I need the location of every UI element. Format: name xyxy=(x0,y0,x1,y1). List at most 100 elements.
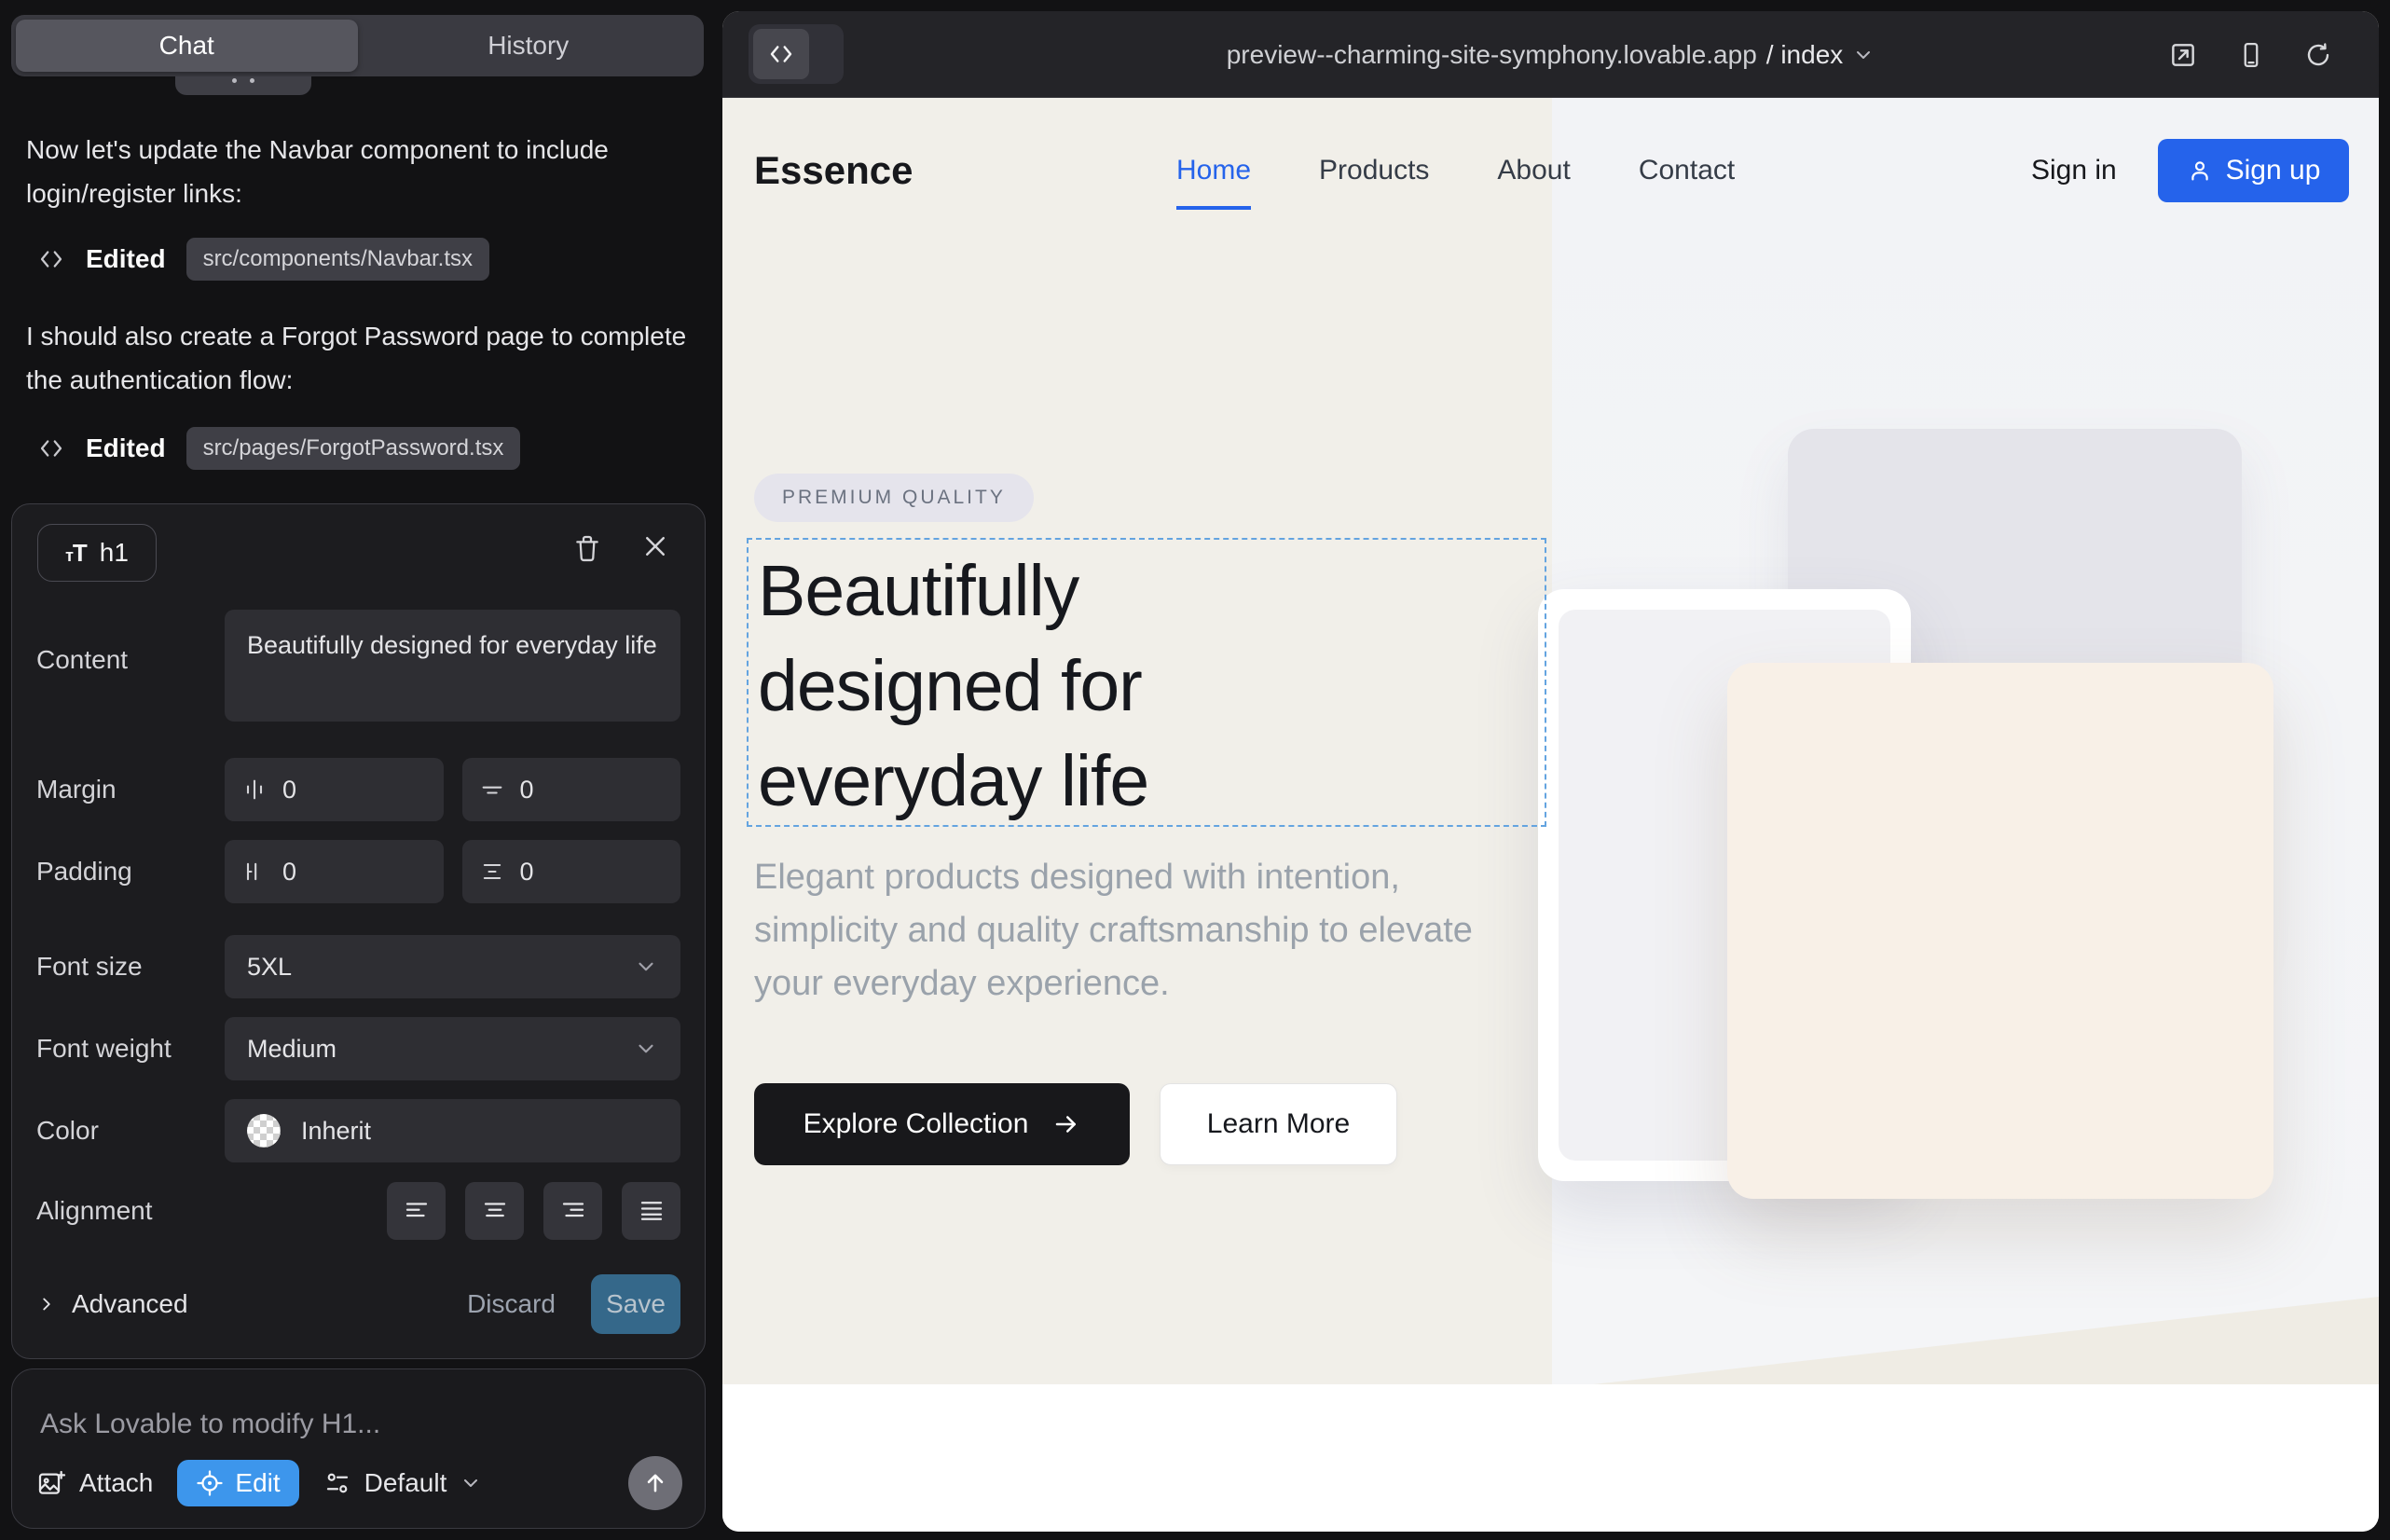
align-right-button[interactable] xyxy=(543,1182,602,1240)
margin-y-value: 0 xyxy=(520,776,534,804)
code-icon xyxy=(37,434,65,462)
advanced-toggle[interactable]: Advanced xyxy=(36,1289,188,1319)
close-panel-icon[interactable] xyxy=(641,532,669,560)
color-select[interactable]: Inherit xyxy=(225,1099,680,1162)
next-section-background xyxy=(722,1384,2379,1532)
model-default-dropdown[interactable]: Default xyxy=(323,1468,483,1498)
edited-file-row[interactable]: Edited src/pages/ForgotPassword.tsx xyxy=(37,427,520,470)
site-preview: Essence Home Products About Contact Sign… xyxy=(722,98,2379,1532)
preview-path: / index xyxy=(1766,40,1844,70)
font-weight-label: Font weight xyxy=(36,1034,225,1064)
file-pill[interactable]: src/pages/ForgotPassword.tsx xyxy=(186,427,521,470)
discard-button[interactable]: Discard xyxy=(467,1289,556,1319)
arrow-right-icon xyxy=(1052,1110,1080,1138)
chat-message: I should also create a Forgot Password p… xyxy=(26,314,693,402)
settings-sliders-icon xyxy=(323,1469,351,1497)
sign-in-link[interactable]: Sign in xyxy=(2031,155,2117,186)
locate-icon xyxy=(196,1469,224,1497)
alignment-label: Alignment xyxy=(36,1196,225,1226)
font-size-select[interactable]: 5XL xyxy=(225,935,680,998)
hero-description: Elegant products designed with intention… xyxy=(754,851,1500,1011)
attach-label: Attach xyxy=(79,1468,153,1498)
save-button[interactable]: Save xyxy=(591,1274,680,1334)
preview-browser-bar: preview--charming-site-symphony.lovable.… xyxy=(722,11,2379,98)
font-weight-select[interactable]: Medium xyxy=(225,1017,680,1080)
sign-up-button[interactable]: Sign up xyxy=(2158,139,2349,202)
font-weight-value: Medium xyxy=(247,1035,337,1064)
padding-label: Padding xyxy=(36,857,225,887)
margin-label: Margin xyxy=(36,775,225,804)
site-navbar: Essence Home Products About Contact Sign… xyxy=(722,98,2379,242)
type-icon: ᴛT xyxy=(65,539,87,568)
delete-element-icon[interactable] xyxy=(572,532,602,564)
align-left-button[interactable] xyxy=(387,1182,446,1240)
selected-h1-outline[interactable]: Beautifully designed for everyday life xyxy=(747,538,1546,827)
mobile-view-icon[interactable] xyxy=(2237,40,2265,70)
chevron-down-icon xyxy=(634,1037,658,1061)
chat-composer[interactable]: Ask Lovable to modify H1... Attach Edit … xyxy=(11,1368,706,1529)
nav-link-contact[interactable]: Contact xyxy=(1639,155,1735,186)
color-value: Inherit xyxy=(301,1117,371,1146)
chevron-right-icon xyxy=(36,1294,57,1314)
chevron-down-icon xyxy=(634,955,658,979)
chat-sidebar: Chat History Now let's update the Navbar… xyxy=(0,0,722,1540)
content-input[interactable]: Beautifully designed for everyday life xyxy=(225,610,680,722)
edited-label: Edited xyxy=(86,433,166,463)
font-size-label: Font size xyxy=(36,952,225,982)
edited-file-row[interactable]: Edited src/components/Navbar.tsx xyxy=(37,238,489,281)
default-label: Default xyxy=(364,1468,447,1498)
sign-up-label: Sign up xyxy=(2226,155,2321,186)
attach-image-icon xyxy=(36,1468,66,1498)
hero-headline[interactable]: Beautifully designed for everyday life xyxy=(758,543,1148,829)
edit-label: Edit xyxy=(235,1468,280,1498)
edit-mode-button[interactable]: Edit xyxy=(177,1460,298,1506)
margin-vertical-icon xyxy=(479,777,505,803)
chevron-down-icon xyxy=(460,1472,482,1494)
arrow-up-icon xyxy=(642,1470,668,1496)
margin-x-input[interactable]: 0 xyxy=(225,758,444,821)
preview-url: preview--charming-site-symphony.lovable.… xyxy=(1227,40,1757,70)
padding-x-input[interactable]: 0 xyxy=(225,840,444,903)
chat-history-tabs: Chat History xyxy=(11,15,704,76)
color-label: Color xyxy=(36,1116,225,1146)
advanced-label: Advanced xyxy=(72,1289,188,1319)
tab-chat[interactable]: Chat xyxy=(16,20,358,72)
open-external-icon[interactable] xyxy=(2168,40,2198,70)
decor-card-beige xyxy=(1727,663,2273,1199)
preview-pane: preview--charming-site-symphony.lovable.… xyxy=(722,11,2379,1532)
attach-button[interactable]: Attach xyxy=(36,1468,153,1498)
padding-y-input[interactable]: 0 xyxy=(462,840,681,903)
nav-link-home[interactable]: Home xyxy=(1176,155,1251,186)
explore-collection-label: Explore Collection xyxy=(804,1108,1029,1140)
code-icon xyxy=(37,245,65,273)
chevron-down-icon xyxy=(1852,44,1875,66)
url-bar[interactable]: preview--charming-site-symphony.lovable.… xyxy=(722,11,2379,98)
nav-link-products[interactable]: Products xyxy=(1319,155,1429,186)
premium-quality-badge: PREMIUM QUALITY xyxy=(754,474,1034,522)
margin-horizontal-icon xyxy=(241,777,268,803)
tab-history[interactable]: History xyxy=(358,20,700,72)
chat-message: Now let's update the Navbar component to… xyxy=(26,128,693,215)
padding-x-value: 0 xyxy=(282,858,296,887)
font-size-value: 5XL xyxy=(247,953,292,982)
explore-collection-button[interactable]: Explore Collection xyxy=(754,1083,1130,1165)
learn-more-button[interactable]: Learn More xyxy=(1160,1083,1397,1165)
padding-horizontal-icon xyxy=(241,859,268,885)
refresh-icon[interactable] xyxy=(2304,41,2332,69)
file-pill[interactable]: src/components/Navbar.tsx xyxy=(186,238,489,281)
element-editor-panel: ᴛT h1 Content Beautifully designed for e… xyxy=(11,503,706,1359)
user-icon xyxy=(2187,158,2213,184)
element-tag-name: h1 xyxy=(100,538,129,568)
send-button[interactable] xyxy=(628,1456,682,1510)
composer-input[interactable]: Ask Lovable to modify H1... xyxy=(40,1409,380,1440)
margin-y-input[interactable]: 0 xyxy=(462,758,681,821)
edited-label: Edited xyxy=(86,244,166,274)
padding-vertical-icon xyxy=(479,859,505,885)
transparent-color-swatch xyxy=(247,1114,281,1148)
site-logo[interactable]: Essence xyxy=(754,148,913,193)
nav-link-about[interactable]: About xyxy=(1497,155,1570,186)
selected-element-tag[interactable]: ᴛT h1 xyxy=(37,524,157,582)
align-justify-button[interactable] xyxy=(622,1182,680,1240)
padding-y-value: 0 xyxy=(520,858,534,887)
align-center-button[interactable] xyxy=(465,1182,524,1240)
